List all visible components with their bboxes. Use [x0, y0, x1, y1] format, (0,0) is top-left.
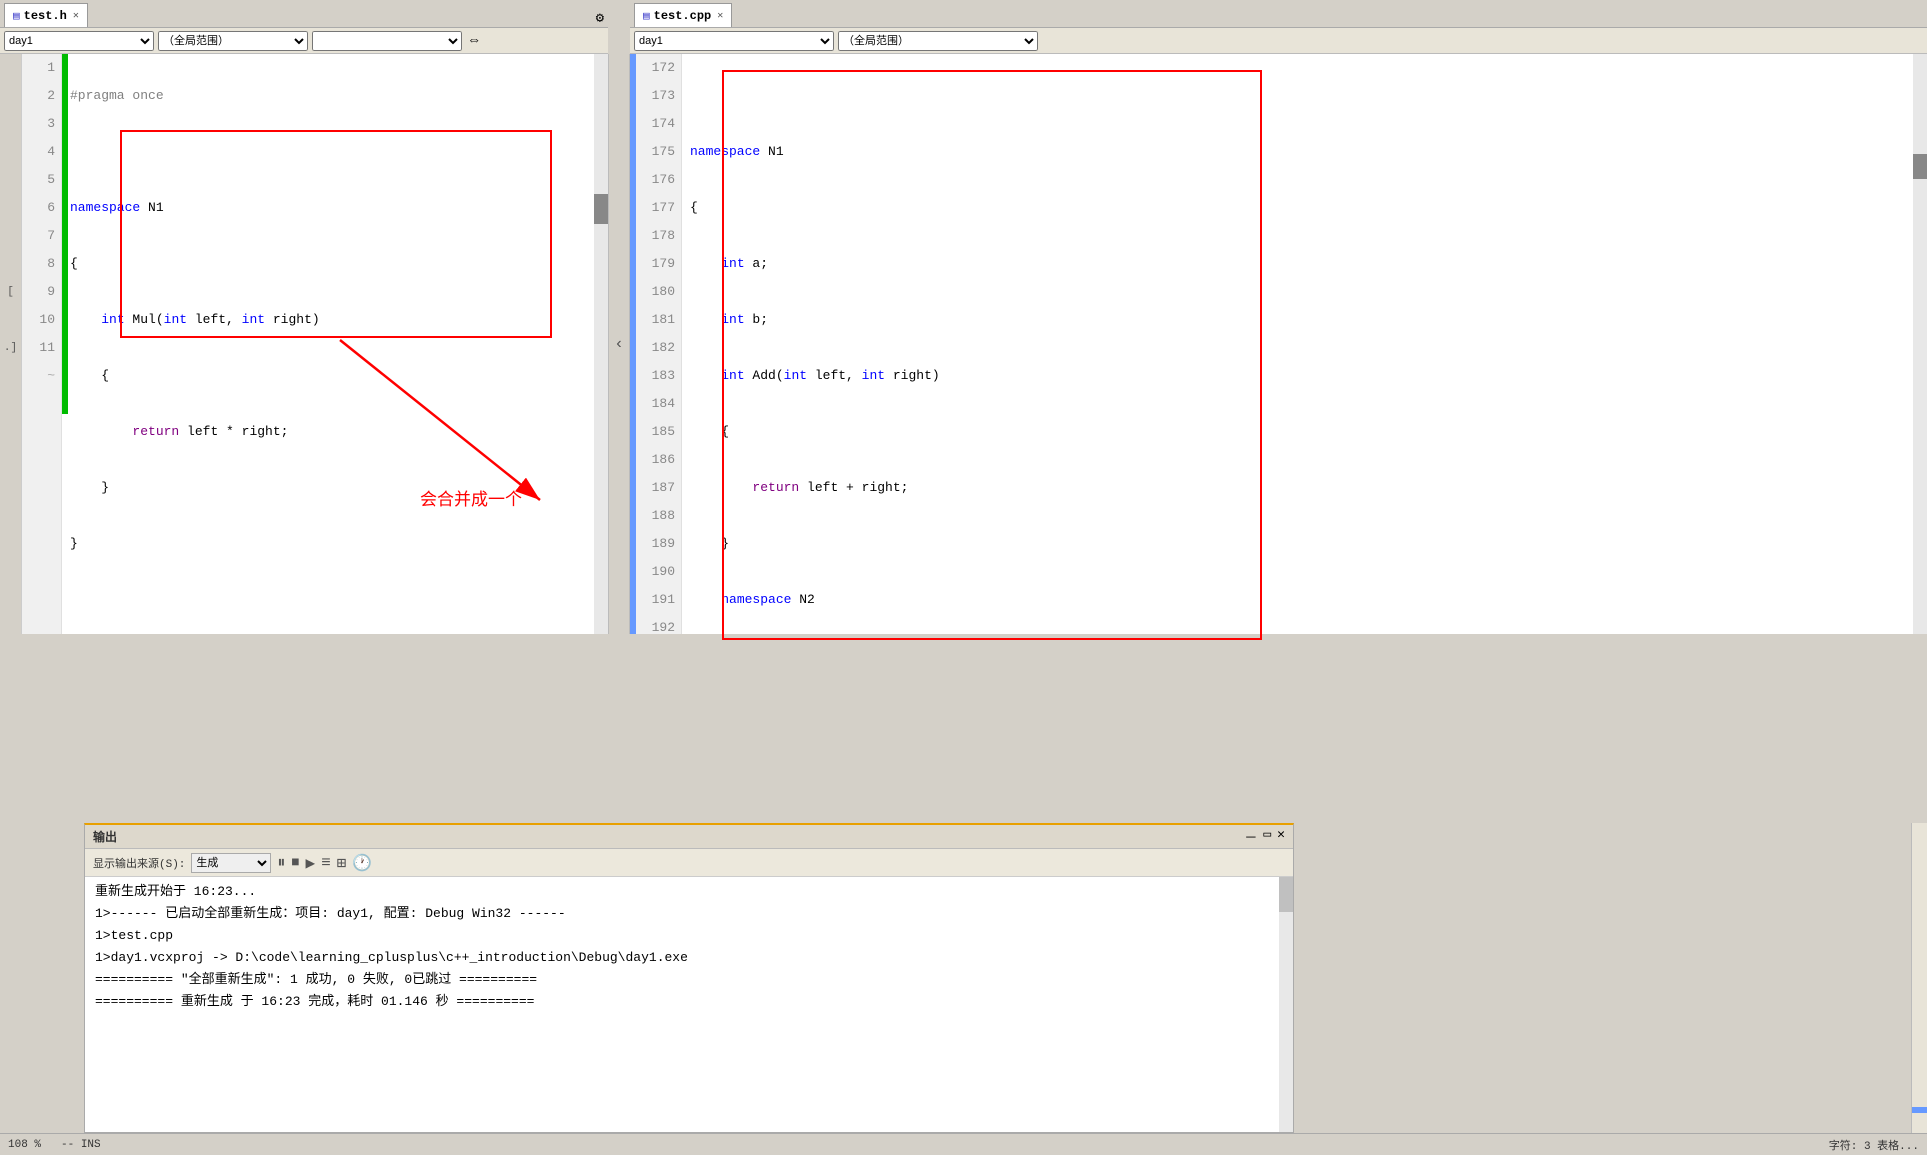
left-scope3-select[interactable]	[312, 31, 462, 51]
left-gutter-indicators: [ .]	[0, 54, 22, 634]
right-change-indicator	[630, 54, 636, 634]
left-scrollbar-thumb[interactable]	[594, 194, 608, 224]
output-toolbar-btn3[interactable]: ▶	[305, 853, 315, 873]
output-toolbar-btn6[interactable]: 🕐	[352, 853, 372, 873]
char-info: 字符: 3 表格...	[1829, 1137, 1919, 1153]
output-line-2: 1>------ 已启动全部重新生成：项目: day1, 配置: Debug W…	[95, 903, 1283, 925]
output-right-indicator	[1911, 823, 1927, 1133]
output-scrollbar-thumb[interactable]	[1279, 877, 1293, 912]
output-minimize-btn[interactable]: －	[1244, 827, 1257, 846]
output-restore-btn[interactable]: ▭	[1263, 827, 1271, 846]
right-scope2-select[interactable]: （全局范围）	[838, 31, 1038, 51]
output-title-bar: 输出 － ▭ ✕	[85, 825, 1293, 849]
ins-mode: -- INS	[61, 1139, 101, 1151]
left-line-numbers: 12345 678910 11 ~	[22, 54, 62, 634]
right-code-content[interactable]: namespace N1 { int a; int b; int Add(int…	[682, 54, 1927, 634]
output-toolbar-btn4[interactable]: ≡	[321, 854, 331, 872]
output-toolbar-btn1[interactable]: ⏸	[277, 854, 285, 872]
left-dropdown-bar: day1 （全局范围） ⇔	[0, 28, 608, 54]
left-tab-bar: ▤ test.h ✕ ⚙	[0, 0, 608, 28]
file-icon-right: ▤	[643, 9, 650, 23]
tab-test-h[interactable]: ▤ test.h ✕	[4, 3, 88, 27]
output-panel: 输出 － ▭ ✕ 显示输出来源(S): 生成 ⏸ ⏹ ▶ ≡ ⊞ 🕐 重新生成开…	[84, 823, 1294, 1133]
right-scrollbar[interactable]	[1913, 54, 1927, 634]
left-change-indicator	[62, 54, 68, 414]
split-icon[interactable]: ⇔	[470, 33, 478, 49]
output-scroll-indicator	[1912, 1107, 1927, 1113]
output-line-4: 1>day1.vcxproj -> D:\code\learning_cplus…	[95, 947, 1283, 969]
output-toolbar-btn2[interactable]: ⏹	[291, 854, 299, 872]
output-line-6: ========== 重新生成 于 16:23 完成，耗时 01.146 秒 =…	[95, 991, 1283, 1013]
output-window-controls: － ▭ ✕	[1244, 827, 1285, 846]
output-source-select[interactable]: 生成	[191, 853, 271, 873]
pane-divider[interactable]: ‹	[608, 54, 630, 634]
output-content[interactable]: 重新生成开始于 16:23... 1>------ 已启动全部重新生成：项目: …	[85, 877, 1293, 1132]
tab-close-left[interactable]: ✕	[73, 10, 79, 22]
left-scrollbar[interactable]	[594, 54, 608, 634]
right-scope1-select[interactable]: day1	[634, 31, 834, 51]
output-toolbar: 显示输出来源(S): 生成 ⏸ ⏹ ▶ ≡ ⊞ 🕐	[85, 849, 1293, 877]
settings-icon[interactable]: ⚙	[596, 10, 604, 27]
right-scrollbar-thumb[interactable]	[1913, 154, 1927, 179]
left-scope1-select[interactable]: day1	[4, 31, 154, 51]
right-dropdown-bar: day1 （全局范围）	[630, 28, 1927, 54]
output-toolbar-btn5[interactable]: ⊞	[337, 853, 347, 873]
left-code-editor: [ .] 12345 678910 11 ~ #pragma once name…	[0, 54, 608, 634]
left-code-content[interactable]: #pragma once namespace N1 { int Mul(int …	[62, 54, 608, 634]
output-scrollbar[interactable]	[1279, 877, 1293, 1132]
output-line-3: 1>test.cpp	[95, 925, 1283, 947]
output-line-1: 重新生成开始于 16:23...	[95, 881, 1283, 903]
zoom-level: 108 %	[8, 1139, 41, 1151]
output-line-5: ========== "全部重新生成": 1 成功, 0 失败, 0已跳过 ==…	[95, 969, 1283, 991]
file-icon: ▤	[13, 9, 20, 23]
right-line-numbers: 172173174175176 177178179180181 18218318…	[630, 54, 682, 634]
right-code-editor: 172173174175176 177178179180181 18218318…	[630, 54, 1927, 634]
output-close-btn[interactable]: ✕	[1277, 827, 1285, 846]
output-source-label: 显示输出来源(S):	[93, 855, 185, 871]
left-scope2-select[interactable]: （全局范围）	[158, 31, 308, 51]
tab-close-right[interactable]: ✕	[717, 10, 723, 22]
tab-test-cpp[interactable]: ▤ test.cpp ✕	[634, 3, 732, 27]
right-tab-bar: ▤ test.cpp ✕	[630, 0, 1927, 28]
output-title: 输出	[93, 828, 117, 845]
status-bar: 108 % -- INS 字符: 3 表格...	[0, 1133, 1927, 1155]
